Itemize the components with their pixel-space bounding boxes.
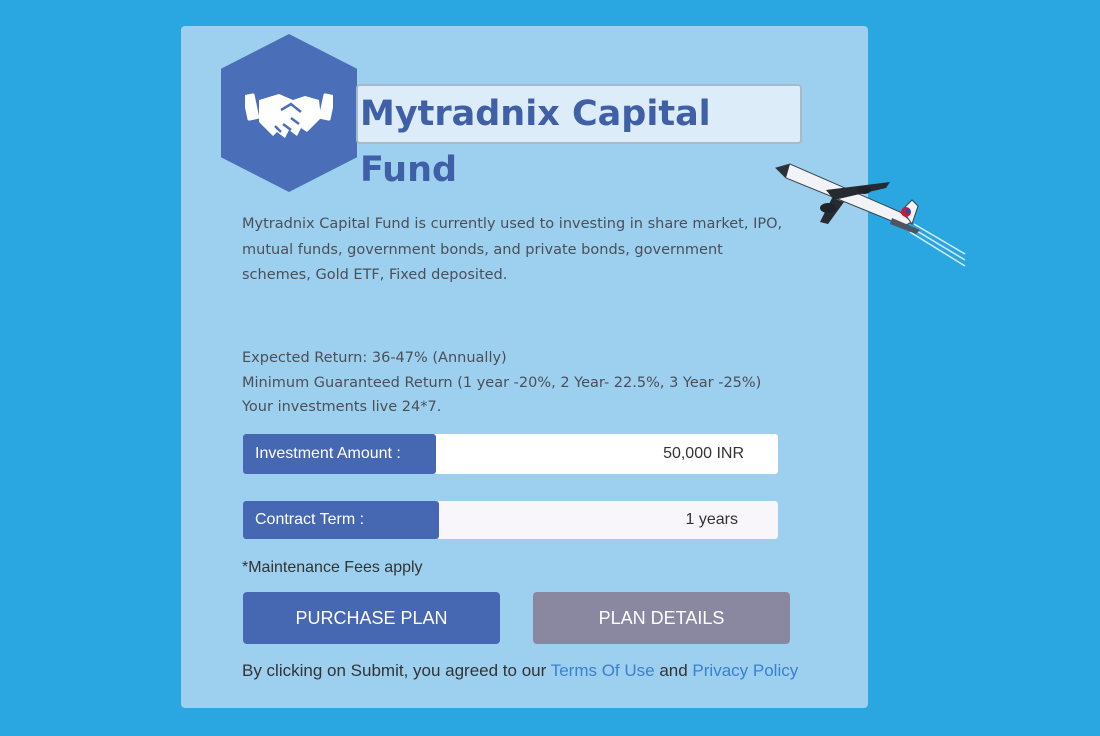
expected-return-text: Expected Return: 36-47% (Annually) (242, 350, 507, 366)
maintenance-note: *Maintenance Fees apply (242, 559, 423, 576)
purchase-plan-button[interactable]: PURCHASE PLAN (243, 592, 500, 644)
contract-term-value[interactable]: 1 years (686, 501, 738, 539)
agreement-and: and (654, 661, 693, 680)
handshake-icon (245, 93, 333, 138)
fund-description: Mytradnix Capital Fund is currently used… (242, 216, 783, 283)
contract-term-label: Contract Term : (243, 501, 439, 539)
privacy-policy-link[interactable]: Privacy Policy (692, 661, 798, 680)
brand-title-box: Mytradnix Capital Fund (356, 84, 802, 190)
investment-amount-field[interactable]: Investment Amount : 50,000 INR (243, 434, 778, 474)
investment-amount-value[interactable]: 50,000 INR (663, 434, 744, 474)
minimum-return-text: Minimum Guaranteed Return (1 year -20%, … (242, 374, 762, 391)
contract-term-field[interactable]: Contract Term : 1 years (243, 501, 778, 539)
returns-info: Expected Return: 36-47% (Annually) Minim… (242, 346, 787, 420)
live-investments-text: Your investments live 24*7. (242, 399, 442, 415)
terms-of-use-link[interactable]: Terms Of Use (551, 661, 655, 680)
plan-details-button[interactable]: PLAN DETAILS (533, 592, 790, 644)
investment-amount-label: Investment Amount : (243, 434, 436, 474)
airplane-image (772, 160, 967, 280)
agreement-text: By clicking on Submit, you agreed to our… (242, 661, 798, 681)
agreement-prefix: By clicking on Submit, you agreed to our (242, 661, 551, 680)
brand-title: Mytradnix Capital Fund (360, 94, 711, 190)
